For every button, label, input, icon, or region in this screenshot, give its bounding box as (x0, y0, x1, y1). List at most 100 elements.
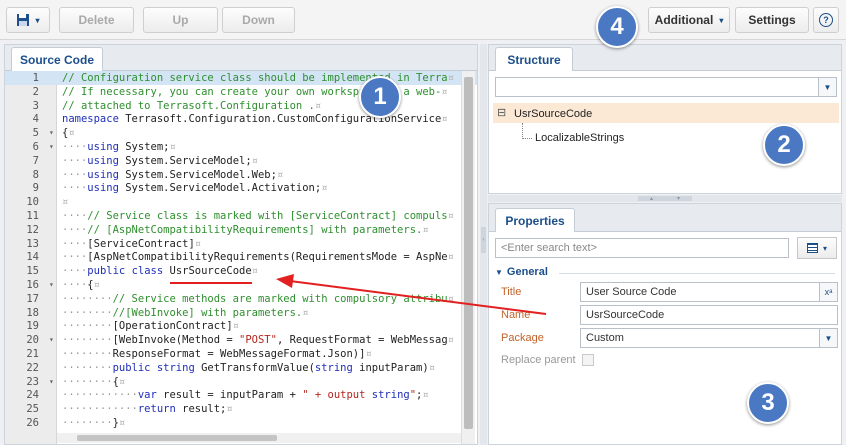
save-button[interactable]: ▾ (6, 7, 50, 33)
chevron-down-icon: ▾ (822, 243, 827, 253)
structure-tabstrip: Structure (489, 45, 841, 71)
line-number: 20 (26, 334, 39, 347)
structure-panel: Structure ▼ ⊟ UsrSourceCode LocalizableS… (488, 44, 842, 194)
scroll-thumb[interactable] (464, 77, 473, 429)
code-line[interactable]: ········[OperationContract]¤ (62, 320, 239, 332)
name-label: Name (501, 309, 531, 321)
section-general-header[interactable]: ▼ General (495, 266, 548, 278)
vertical-scrollbar[interactable] (461, 71, 475, 444)
line-number: 4 (32, 113, 39, 126)
horizontal-scrollbar[interactable] (57, 433, 461, 443)
line-number: 22 (26, 361, 39, 374)
line-number: 18 (26, 306, 39, 319)
code-line[interactable]: ········ResponseFormat = WebMessageForma… (62, 348, 372, 360)
line-number: 15 (26, 265, 39, 278)
view-mode-button[interactable]: ▾ (797, 237, 837, 259)
section-divider (559, 273, 835, 274)
fold-toggle-icon[interactable]: ▾ (49, 128, 54, 137)
code-line[interactable]: ········}¤ (62, 417, 125, 429)
additional-button[interactable]: Additional ▾ (648, 7, 730, 33)
code-line[interactable]: ····using System;¤ (62, 141, 176, 153)
line-number: 13 (26, 237, 39, 250)
source-tabstrip: Source Code (5, 45, 477, 71)
code-line[interactable]: ············return result;¤ (62, 403, 233, 415)
line-number: 19 (26, 320, 39, 333)
chevron-down-icon: ▾ (35, 15, 40, 25)
code-line[interactable]: ····[ServiceContract]¤ (62, 238, 201, 250)
code-line[interactable]: ········public string GetTransformValue(… (62, 362, 435, 374)
line-number: 11 (26, 210, 39, 222)
annotation-badge-1: 1 (359, 76, 401, 118)
code-line[interactable]: ············var result = inputParam + " … (62, 389, 429, 401)
tree-item-root[interactable]: UsrSourceCode (514, 108, 592, 120)
tab-structure[interactable]: Structure (495, 47, 573, 71)
package-select[interactable]: Custom ▼ (580, 328, 838, 348)
vertical-splitter[interactable]: ‹ (480, 44, 487, 445)
code-line[interactable]: ····// Service class is marked with [Ser… (62, 210, 454, 222)
tree-connector-h (522, 138, 532, 139)
structure-type-select[interactable]: ▼ (495, 77, 837, 97)
horizontal-splitter[interactable]: ▴ ▾ (488, 195, 842, 202)
code-line[interactable]: ¤ (62, 196, 68, 208)
settings-button[interactable]: Settings (735, 7, 809, 33)
chevron-down-icon[interactable]: ▼ (818, 78, 836, 96)
line-number: 17 (26, 292, 39, 305)
replace-parent-checkbox[interactable] (582, 354, 594, 366)
line-number: 21 (26, 348, 39, 360)
localize-icon[interactable]: xa (819, 283, 837, 301)
name-field[interactable]: UsrSourceCode (580, 305, 838, 325)
chevron-down-icon[interactable]: ▼ (819, 329, 837, 347)
annotation-badge-4: 4 (596, 6, 638, 48)
tab-properties[interactable]: Properties (495, 208, 575, 232)
code-line[interactable]: ····// [AspNetCompatibilityRequirements]… (62, 224, 429, 236)
chevron-down-icon: ▾ (719, 15, 724, 25)
source-code-panel: Source Code 1// Configuration service cl… (4, 44, 478, 445)
hscroll-thumb[interactable] (77, 435, 277, 441)
help-button[interactable]: ? (813, 7, 839, 33)
line-number: 23 (26, 375, 39, 388)
title-field[interactable]: User Source Code xa (580, 282, 838, 302)
code-line[interactable]: ········//[WebInvoke] with parameters.¤ (62, 307, 309, 319)
up-button[interactable]: Up (143, 7, 218, 33)
code-line[interactable]: ····public class UsrSourceCode¤ (62, 265, 258, 277)
help-icon: ? (819, 13, 833, 27)
line-number: 2 (32, 85, 39, 98)
fold-toggle-icon[interactable]: ▾ (49, 377, 54, 386)
tree-item-localizable-strings[interactable]: LocalizableStrings (535, 132, 624, 144)
splitter-handle[interactable]: ‹ (481, 227, 486, 253)
code-line[interactable]: ····{¤ (62, 279, 100, 291)
code-line[interactable]: // attached to Terrasoft.Configuration .… (62, 100, 321, 112)
tab-source-code[interactable]: Source Code (11, 47, 103, 71)
fold-toggle-icon[interactable]: ▾ (49, 142, 54, 151)
code-line[interactable]: ········[WebInvoke(Method = "POST", Requ… (62, 334, 454, 346)
line-number: 8 (32, 168, 39, 181)
line-number: 26 (26, 417, 39, 429)
annotation-badge-2: 2 (763, 124, 805, 166)
fold-toggle-icon[interactable]: ▾ (49, 335, 54, 344)
main-toolbar: ▾ Delete Up Down Additional ▾ Settings ? (0, 0, 846, 40)
code-line[interactable]: ········{¤ (62, 376, 125, 388)
code-line[interactable]: ········// Service methods are marked wi… (62, 293, 454, 305)
tree-collapse-icon[interactable]: ⊟ (497, 106, 506, 119)
title-label: Title (501, 286, 522, 298)
code-line[interactable]: {¤ (62, 127, 75, 139)
properties-search-input[interactable]: <Enter search text> (495, 238, 789, 258)
code-line[interactable]: ····[AspNetCompatibilityRequirements(Req… (62, 251, 454, 263)
replace-parent-label: Replace parent (501, 354, 576, 366)
code-editor[interactable]: 1// Configuration service class should b… (5, 71, 461, 441)
delete-button[interactable]: Delete (59, 7, 134, 33)
line-number: 12 (26, 223, 39, 236)
code-line[interactable]: ····using System.ServiceModel;¤ (62, 155, 258, 167)
code-line[interactable]: ····using System.ServiceModel.Activation… (62, 182, 328, 194)
code-line[interactable]: ····using System.ServiceModel.Web;¤ (62, 169, 283, 181)
package-value: Custom (586, 332, 624, 344)
list-view-icon (806, 243, 818, 253)
line-number: 10 (26, 196, 39, 209)
line-number: 16 (26, 279, 39, 291)
save-icon (17, 14, 30, 26)
package-label: Package (501, 332, 544, 344)
down-button[interactable]: Down (222, 7, 295, 33)
fold-toggle-icon[interactable]: ▾ (49, 280, 54, 289)
splitter-arrows[interactable]: ▴ ▾ (638, 196, 692, 202)
line-number: 3 (32, 99, 39, 112)
